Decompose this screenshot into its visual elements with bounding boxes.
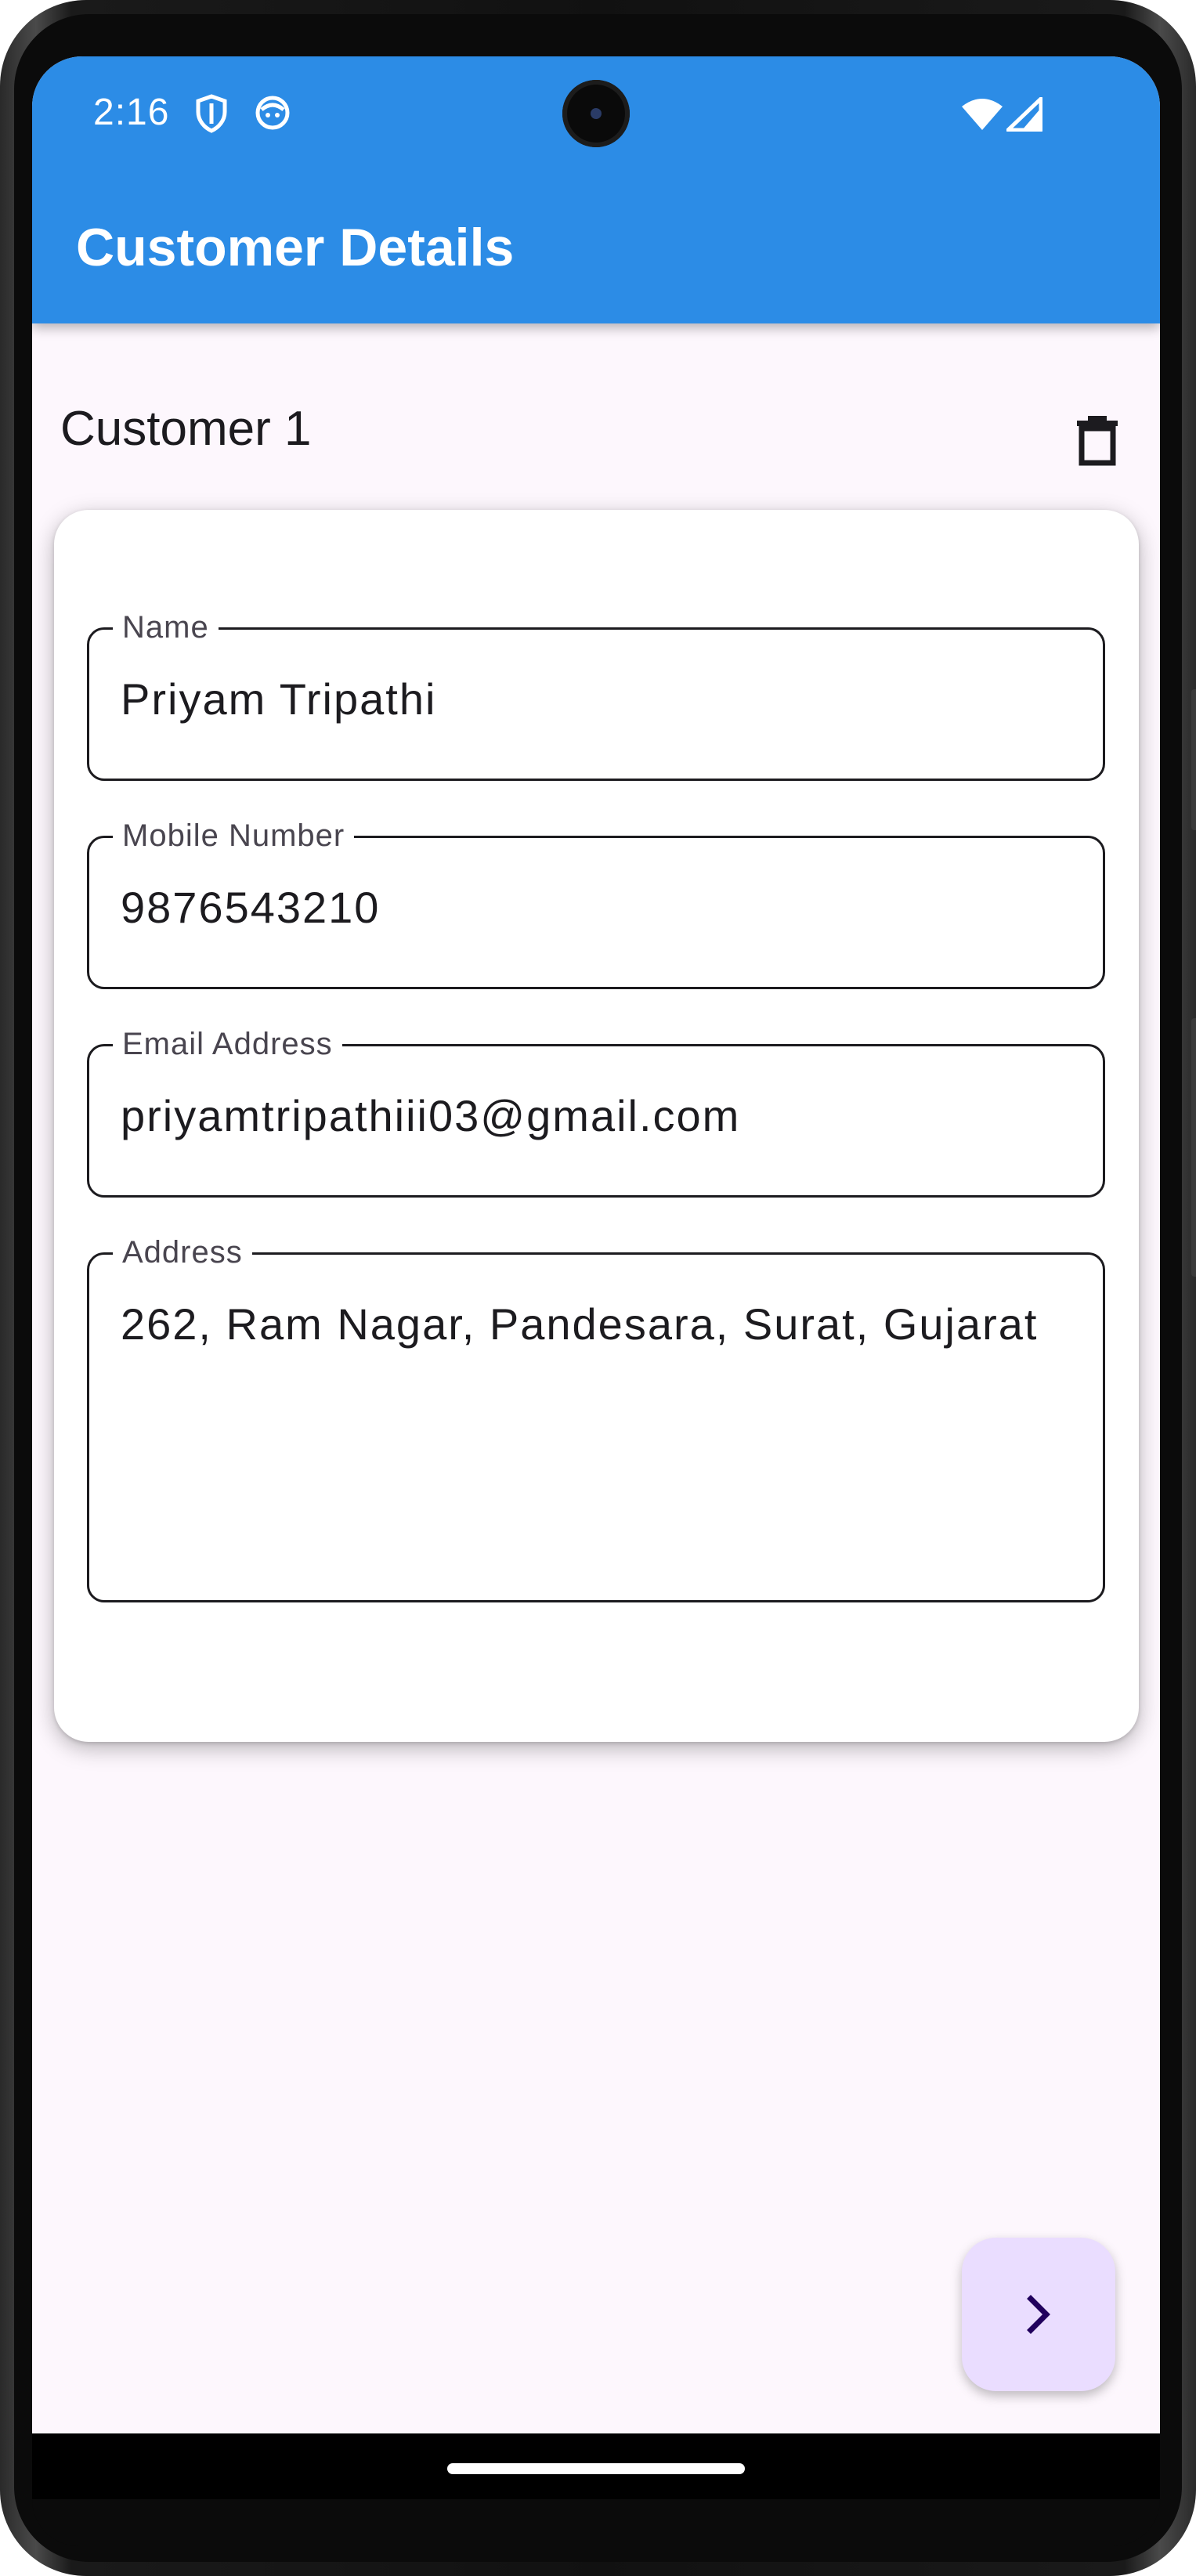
bottom-bezel	[32, 2499, 1160, 2546]
signal-icon	[1006, 96, 1043, 135]
customer-heading: Customer 1	[60, 402, 312, 456]
email-value[interactable]: priyamtripathiii03@gmail.com	[121, 1090, 740, 1141]
page-title: Customer Details	[76, 218, 515, 277]
email-label: Email Address	[113, 1024, 342, 1064]
address-field[interactable]: Address 262, Ram Nagar, Pandesara, Surat…	[87, 1233, 1105, 1602]
mobile-field[interactable]: Mobile Number 9876543210	[87, 816, 1105, 989]
face-icon	[254, 94, 291, 135]
screen: 2:16 Customer Details Customer 1 Name Pr…	[32, 56, 1160, 2499]
name-label: Name	[113, 608, 219, 647]
email-field[interactable]: Email Address priyamtripathiii03@gmail.c…	[87, 1024, 1105, 1198]
chevron-right-icon	[1027, 2295, 1050, 2334]
status-time: 2:16	[93, 92, 170, 133]
front-camera	[562, 80, 630, 147]
power-button	[1191, 689, 1196, 830]
mobile-label: Mobile Number	[113, 816, 355, 855]
customer-card: Name Priyam Tripathi Mobile Number 98765…	[54, 510, 1139, 1742]
name-field[interactable]: Name Priyam Tripathi	[87, 608, 1105, 781]
mobile-value[interactable]: 9876543210	[121, 882, 380, 933]
delete-customer-button[interactable]	[1058, 401, 1136, 479]
shield-icon	[194, 94, 229, 137]
volume-button	[1191, 1018, 1196, 1277]
address-value[interactable]: 262, Ram Nagar, Pandesara, Surat, Gujara…	[121, 1299, 1038, 1349]
address-label: Address	[113, 1233, 252, 1272]
name-value[interactable]: Priyam Tripathi	[121, 674, 436, 724]
wifi-icon	[960, 97, 1004, 135]
trash-icon	[1077, 416, 1118, 466]
app-bar: 2:16 Customer Details	[32, 56, 1160, 323]
next-button[interactable]	[962, 2238, 1115, 2391]
home-indicator[interactable]	[447, 2463, 745, 2474]
